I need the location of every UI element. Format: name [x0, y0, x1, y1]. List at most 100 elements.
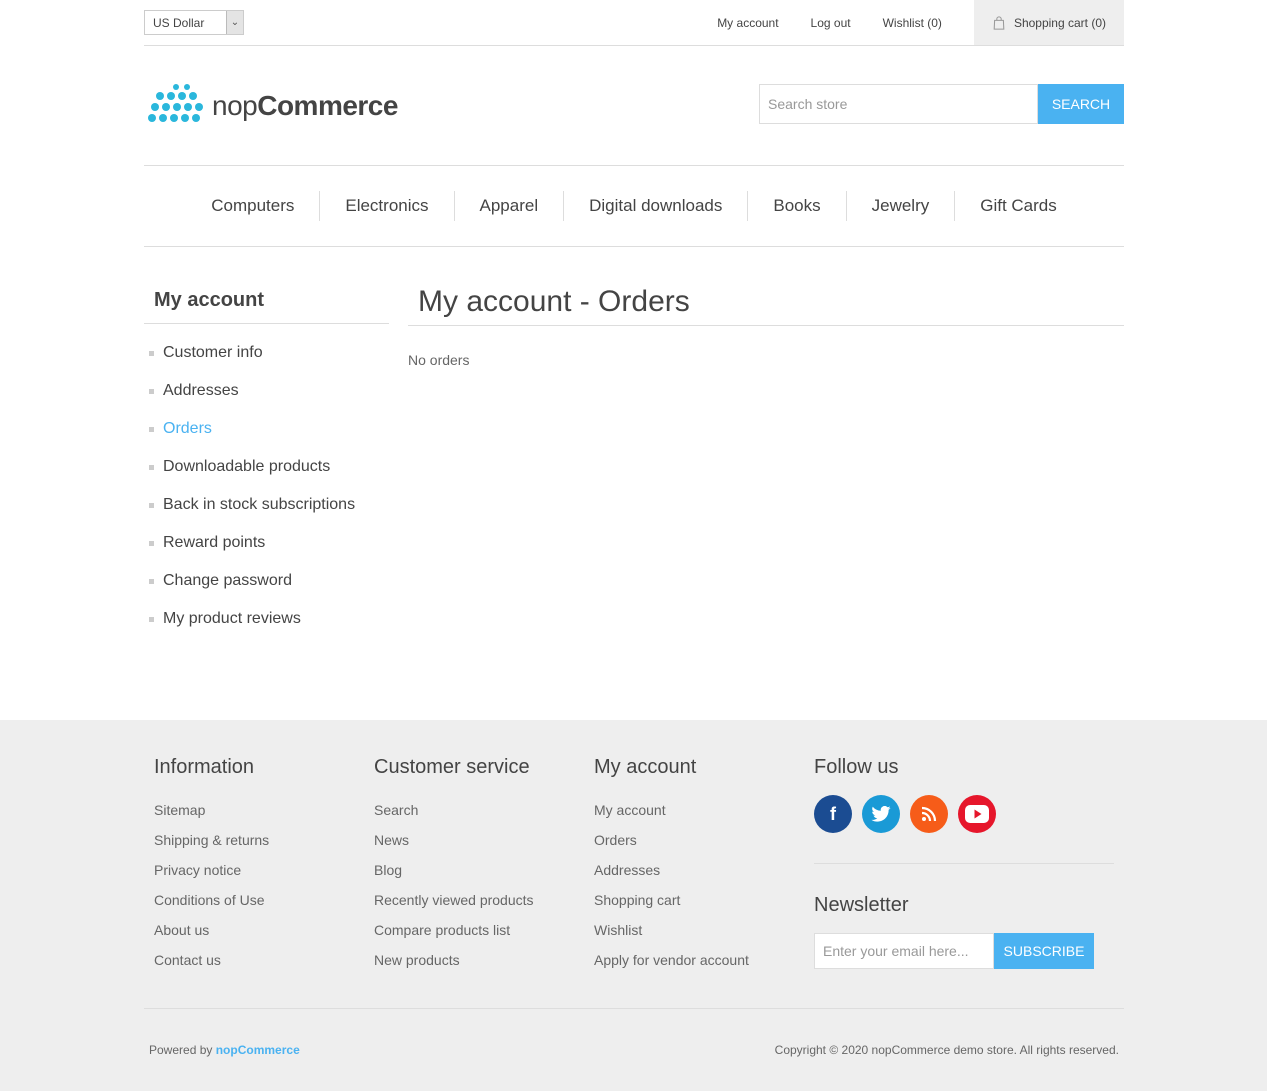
- header-links: My account Log out Wishlist (0) Shopping…: [717, 0, 1124, 45]
- store-logo[interactable]: nopCommerce: [146, 84, 398, 128]
- sidebar-item-label: Reward points: [163, 534, 266, 551]
- footer-bottom: Powered by nopCommerce Copyright © 2020 …: [144, 1008, 1124, 1068]
- bullet-icon: [149, 350, 154, 356]
- wishlist-link[interactable]: Wishlist (0): [883, 16, 942, 30]
- chevron-down-icon[interactable]: ⌄: [226, 11, 243, 34]
- footer-customer-service: Customer service Search News Blog Recent…: [374, 756, 534, 975]
- menu-item-computers[interactable]: Computers: [186, 191, 319, 221]
- newsletter-title: Newsletter: [814, 894, 909, 916]
- no-orders-message: No orders: [408, 352, 470, 368]
- sidebar-item-label: Customer info: [163, 344, 263, 361]
- footer-link-recently-viewed[interactable]: Recently viewed products: [374, 885, 534, 915]
- bullet-icon: [149, 426, 154, 432]
- bullet-icon: [149, 616, 154, 622]
- shopping-cart-link[interactable]: Shopping cart (0): [973, 0, 1124, 45]
- footer-link-news[interactable]: News: [374, 825, 534, 855]
- sidebar-item-label: Orders: [163, 420, 212, 437]
- footer-link-privacy[interactable]: Privacy notice: [154, 855, 269, 885]
- account-sidebar: My account Customer info Addresses Order…: [144, 287, 389, 638]
- logo-text: nopCommerce: [212, 90, 398, 122]
- footer: Information Sitemap Shipping & returns P…: [0, 720, 1267, 1091]
- currency-selected-value: US Dollar: [153, 16, 205, 30]
- shopping-cart-label: Shopping cart (0): [1013, 15, 1106, 30]
- powered-by-label: Powered by: [149, 1043, 213, 1057]
- bullet-icon: [149, 502, 154, 508]
- menu-item-apparel[interactable]: Apparel: [453, 191, 564, 221]
- account-navigation: Customer info Addresses Orders Downloada…: [144, 324, 389, 638]
- currency-selector[interactable]: US Dollar ⌄: [144, 10, 244, 35]
- facebook-icon[interactable]: f: [814, 795, 852, 833]
- footer-link-search[interactable]: Search: [374, 795, 534, 825]
- menu-item-gift-cards[interactable]: Gift Cards: [954, 191, 1082, 221]
- nopcommerce-link[interactable]: nopCommerce: [216, 1043, 300, 1057]
- footer-heading: My account: [594, 756, 697, 778]
- sidebar-item-product-reviews[interactable]: My product reviews: [144, 600, 389, 638]
- main-column: My account - Orders No orders: [408, 287, 1124, 368]
- footer-my-account: My account My account Orders Addresses S…: [594, 756, 749, 975]
- footer-link-my-account[interactable]: My account: [594, 795, 749, 825]
- header-top-bar: US Dollar ⌄ My account Log out Wishlist …: [144, 0, 1124, 46]
- footer-link-new-products[interactable]: New products: [374, 945, 534, 975]
- logo-dots-icon: [148, 84, 203, 122]
- footer-link-compare[interactable]: Compare products list: [374, 915, 534, 945]
- sidebar-title: My account: [144, 287, 389, 324]
- footer-link-vendor[interactable]: Apply for vendor account: [594, 945, 749, 975]
- footer-link-about[interactable]: About us: [154, 915, 269, 945]
- log-out-link[interactable]: Log out: [811, 16, 851, 30]
- sidebar-item-label: Addresses: [163, 382, 239, 399]
- top-menu: Computers Electronics Apparel Digital do…: [144, 166, 1124, 247]
- footer-divider: [814, 863, 1114, 864]
- sidebar-item-addresses[interactable]: Addresses: [144, 372, 389, 410]
- footer-link-wishlist[interactable]: Wishlist: [594, 915, 749, 945]
- page-content: My account Customer info Addresses Order…: [144, 247, 1124, 719]
- footer-information: Information Sitemap Shipping & returns P…: [154, 756, 269, 975]
- menu-item-electronics[interactable]: Electronics: [319, 191, 453, 221]
- sidebar-item-reward-points[interactable]: Reward points: [144, 524, 389, 562]
- sidebar-item-label: Back in stock subscriptions: [163, 496, 356, 513]
- menu-item-jewelry[interactable]: Jewelry: [845, 191, 955, 221]
- my-account-link[interactable]: My account: [717, 16, 778, 30]
- sidebar-item-customer-info[interactable]: Customer info: [144, 334, 389, 372]
- menu-item-digital-downloads[interactable]: Digital downloads: [563, 191, 747, 221]
- bullet-icon: [149, 578, 154, 584]
- sidebar-item-downloadable-products[interactable]: Downloadable products: [144, 448, 389, 486]
- sidebar-item-back-in-stock[interactable]: Back in stock subscriptions: [144, 486, 389, 524]
- sidebar-item-orders[interactable]: Orders: [144, 410, 389, 448]
- footer-heading: Customer service: [374, 756, 530, 778]
- footer-link-shopping-cart[interactable]: Shopping cart: [594, 885, 749, 915]
- twitter-icon[interactable]: [862, 795, 900, 833]
- logo-search-row: nopCommerce Search: [144, 46, 1124, 166]
- footer-link-blog[interactable]: Blog: [374, 855, 534, 885]
- social-links: f: [814, 795, 1114, 833]
- powered-by: Powered by nopCommerce: [149, 1043, 300, 1057]
- bullet-icon: [149, 540, 154, 546]
- footer-heading: Follow us: [814, 756, 899, 778]
- search-button[interactable]: Search: [1038, 84, 1124, 124]
- youtube-icon[interactable]: [958, 795, 996, 833]
- footer-link-shipping[interactable]: Shipping & returns: [154, 825, 269, 855]
- logo-text-light: nop: [212, 90, 258, 121]
- subscribe-button[interactable]: Subscribe: [994, 933, 1094, 969]
- bullet-icon: [149, 388, 154, 394]
- sidebar-item-change-password[interactable]: Change password: [144, 562, 389, 600]
- newsletter-form: Subscribe: [814, 933, 1114, 969]
- footer-link-sitemap[interactable]: Sitemap: [154, 795, 269, 825]
- footer-link-orders[interactable]: Orders: [594, 825, 749, 855]
- footer-link-conditions[interactable]: Conditions of Use: [154, 885, 269, 915]
- search-input[interactable]: [759, 84, 1038, 124]
- rss-icon[interactable]: [910, 795, 948, 833]
- page-title: My account - Orders: [408, 287, 1124, 326]
- bullet-icon: [149, 464, 154, 470]
- footer-link-addresses[interactable]: Addresses: [594, 855, 749, 885]
- sidebar-item-label: My product reviews: [163, 610, 301, 627]
- copyright: Copyright © 2020 nopCommerce demo store.…: [774, 1043, 1119, 1057]
- menu-item-books[interactable]: Books: [747, 191, 845, 221]
- sidebar-item-label: Change password: [163, 572, 292, 589]
- shopping-bag-icon: [993, 15, 1005, 30]
- footer-heading: Information: [154, 756, 255, 778]
- search-box: Search: [759, 84, 1124, 124]
- footer-link-contact[interactable]: Contact us: [154, 945, 269, 975]
- sidebar-item-label: Downloadable products: [163, 458, 331, 475]
- logo-text-bold: Commerce: [257, 90, 398, 121]
- newsletter-email-input[interactable]: [814, 933, 994, 969]
